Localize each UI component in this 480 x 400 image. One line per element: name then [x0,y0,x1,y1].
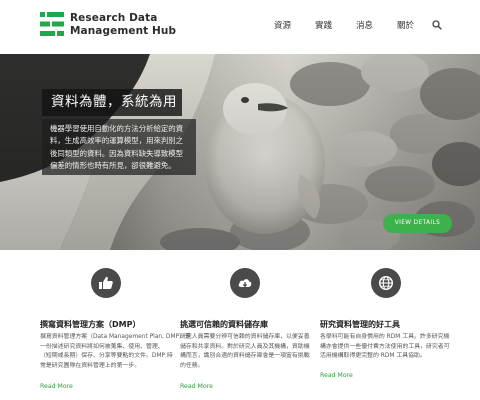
feature-description: 研究人員需要分辨可信賴的資料儲存庫，以便妥善 儲存和共享資料。對於研究人員及其機… [180,333,310,372]
feature-description-line: 研究人員需要分辨可信賴的資料儲存庫，以便妥善 [180,334,310,340]
feature-title: 挑選可信賴的資料儲存庫 [180,320,268,329]
hero-description: 機器學習使用自動化的方法分析給定的資 料，生成高效率的運算模型，用來判別之 後同… [42,119,196,175]
hero-description-line: 料，生成高效率的運算模型，用來判別之 [50,136,184,146]
thumbs-up-icon [91,268,121,298]
cloud-download-icon [230,268,260,298]
brand-line-2: Management Hub [70,25,177,37]
feature-title: 研究資料管理的好工具 [320,320,400,329]
main-nav: 資源 實踐 消息 關於 [250,20,442,32]
feature-title: 撰寫資料管理方案（DMP） [40,320,141,329]
feature-description-line: 常是研究團隊在資料管理上的第一步。 [40,363,141,370]
globe-icon [371,268,401,298]
nav-item-resources[interactable]: 資源 [274,20,291,32]
site-header: Research Data Management Hub 資源 實踐 消息 關於 [0,0,480,54]
logo-icon[interactable] [40,12,64,36]
feature-description-line: 活用機構取得更完整的 RDM 工具協助。 [320,353,426,360]
hero-description-line: 後同類型的資料。因為資料缺失導致模型 [50,148,184,158]
read-more-link[interactable]: Read More [180,383,213,390]
feature-description-line: 的任務。 [180,363,204,370]
nav-item-practice[interactable]: 實踐 [315,20,332,32]
feature-description-line: 儲存和共享資料。對於研究人員及其機構，資助機 [180,343,310,350]
feature-description: 撰寫資料管理方案（Data Management Plan, DMP）是 一份描… [40,333,191,372]
nav-item-news[interactable]: 消息 [356,20,373,32]
brand-line-1: Research Data [70,12,158,24]
view-details-button[interactable]: VIEW DETAILS [383,214,452,233]
hero-description-line: 偏差的情形也時有所見，卻很難避免。 [50,160,176,170]
feature-description: 各學科可能有自身慣用的 RDM 工具。許多研究機 構亦會提供一些優付費方法使用的… [320,333,450,362]
feature-description-line: 構亦會提供一些優付費方法使用的工具，研究者可 [320,343,450,350]
brand-name[interactable]: Research Data Management Hub [70,12,176,38]
feature-description-line: 構而言，識別合適的資料儲存庫會是一項富有挑戰 [180,353,310,360]
nav-item-about[interactable]: 關於 [397,20,414,32]
hero-description-line: 機器學習使用自動化的方法分析給定的資 [50,124,184,133]
search-icon[interactable] [432,20,442,30]
read-more-link[interactable]: Read More [40,383,73,390]
feature-description-line: 一份描述研究資料將如何被蒐集、使用、管理、 [40,343,164,350]
feature-description-line: （短期或長期）保存、分享等要點的文件。DMP 時 [40,353,173,360]
feature-description-line: 各學科可能有自身慣用的 RDM 工具。許多研究機 [320,334,450,340]
feature-description-line: 撰寫資料管理方案（Data Management Plan, DMP）是 [40,334,191,340]
hero-title: 資料為體，系統為用 [42,89,182,116]
read-more-link[interactable]: Read More [320,372,353,379]
